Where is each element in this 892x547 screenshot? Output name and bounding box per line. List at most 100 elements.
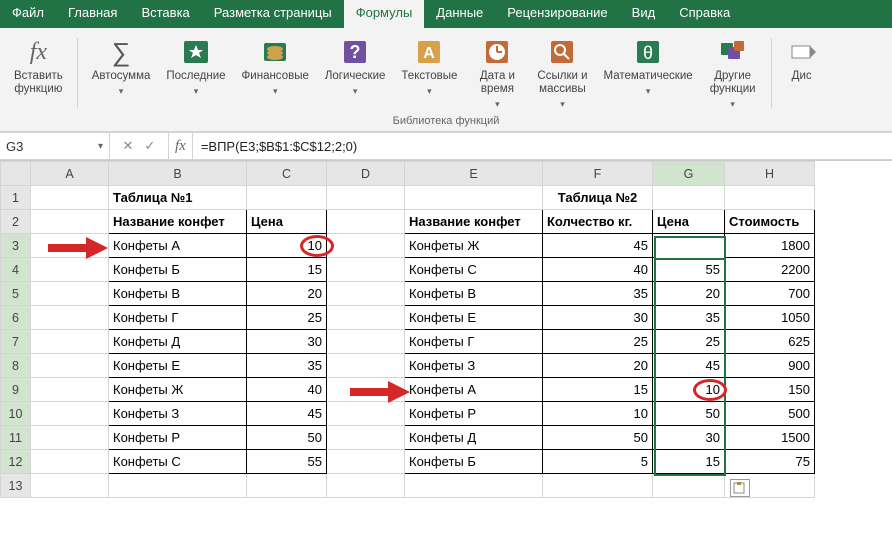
tab-formulas[interactable]: Формулы <box>344 0 425 28</box>
cell[interactable] <box>31 450 109 474</box>
cell[interactable]: 625 <box>725 330 815 354</box>
cell[interactable] <box>327 210 405 234</box>
cell[interactable]: 1500 <box>725 426 815 450</box>
cell[interactable]: Конфеты В <box>109 282 247 306</box>
col-header-H[interactable]: H <box>725 162 815 186</box>
cell[interactable]: Конфеты Ж <box>109 378 247 402</box>
tab-insert[interactable]: Вставка <box>129 0 201 28</box>
cell[interactable] <box>653 186 725 210</box>
cell[interactable]: Конфеты Г <box>405 330 543 354</box>
cell[interactable] <box>543 474 653 498</box>
tab-review[interactable]: Рецензирование <box>495 0 619 28</box>
cell[interactable] <box>31 282 109 306</box>
cell[interactable]: 1800 <box>725 234 815 258</box>
more-fn-button[interactable]: Другие функции ▾ <box>703 34 763 112</box>
cancel-icon[interactable]: ✕ <box>118 138 138 154</box>
cell[interactable] <box>31 474 109 498</box>
cell[interactable] <box>327 426 405 450</box>
cell[interactable]: Конфеты С <box>405 258 543 282</box>
tab-help[interactable]: Справка <box>667 0 742 28</box>
cell[interactable] <box>653 474 725 498</box>
spreadsheet-grid[interactable]: A B C D E F G H 1 Таблица №1 Таблица №2 … <box>0 161 815 498</box>
select-all-corner[interactable] <box>1 162 31 186</box>
cell[interactable]: 20 <box>653 282 725 306</box>
cell[interactable] <box>31 354 109 378</box>
cell[interactable] <box>327 450 405 474</box>
row-header[interactable]: 4 <box>1 258 31 282</box>
tab-file[interactable]: Файл <box>0 0 56 28</box>
cell[interactable] <box>327 282 405 306</box>
cell[interactable]: 20 <box>247 282 327 306</box>
cell[interactable]: Конфеты А <box>109 234 247 258</box>
cell[interactable]: 35 <box>653 306 725 330</box>
confirm-icon[interactable]: ✓ <box>140 138 160 154</box>
cell[interactable]: Конфеты Д <box>405 426 543 450</box>
cell[interactable]: 30 <box>653 426 725 450</box>
cell[interactable]: Конфеты А <box>405 378 543 402</box>
cell[interactable] <box>247 186 327 210</box>
col-header-D[interactable]: D <box>327 162 405 186</box>
cell[interactable] <box>327 330 405 354</box>
cell[interactable]: Конфеты Д <box>109 330 247 354</box>
cell[interactable] <box>31 402 109 426</box>
row-header[interactable]: 6 <box>1 306 31 330</box>
cell[interactable] <box>327 306 405 330</box>
cell[interactable]: 10 <box>247 234 327 258</box>
math-button[interactable]: θ Математические ▾ <box>598 34 699 99</box>
cell[interactable] <box>109 474 247 498</box>
cell[interactable]: 40 <box>653 234 725 258</box>
cell[interactable]: Конфеты С <box>109 450 247 474</box>
cell[interactable] <box>327 354 405 378</box>
paste-options-button[interactable] <box>730 479 750 497</box>
tab-page-layout[interactable]: Разметка страницы <box>202 0 344 28</box>
cell[interactable]: 10 <box>653 378 725 402</box>
col-header-F[interactable]: F <box>543 162 653 186</box>
lookup-button[interactable]: Ссылки и массивы ▾ <box>531 34 593 112</box>
autosum-button[interactable]: ∑ Автосумма ▾ <box>86 34 157 99</box>
row-header[interactable]: 5 <box>1 282 31 306</box>
datetime-button[interactable]: Дата и время ▾ <box>467 34 527 112</box>
cell[interactable]: 15 <box>247 258 327 282</box>
cell[interactable] <box>327 258 405 282</box>
row-header[interactable]: 7 <box>1 330 31 354</box>
cell[interactable]: Конфеты Р <box>109 426 247 450</box>
cell[interactable]: Конфеты Ж <box>405 234 543 258</box>
row-header[interactable]: 11 <box>1 426 31 450</box>
text-button[interactable]: A Текстовые ▾ <box>395 34 463 99</box>
cell[interactable]: 15 <box>543 378 653 402</box>
name-box[interactable]: G3 ▾ <box>0 133 110 159</box>
financial-button[interactable]: Финансовые ▾ <box>236 34 315 99</box>
tab-data[interactable]: Данные <box>424 0 495 28</box>
cell[interactable]: Конфеты Е <box>109 354 247 378</box>
cell[interactable]: Конфеты З <box>405 354 543 378</box>
cell[interactable] <box>31 426 109 450</box>
cell[interactable]: 30 <box>543 306 653 330</box>
cell[interactable]: Конфеты В <box>405 282 543 306</box>
cell[interactable]: 10 <box>543 402 653 426</box>
cell[interactable]: 25 <box>247 306 327 330</box>
cell[interactable] <box>405 474 543 498</box>
cell[interactable] <box>327 234 405 258</box>
cell[interactable] <box>31 234 109 258</box>
tab-home[interactable]: Главная <box>56 0 129 28</box>
cell[interactable]: Конфеты Е <box>405 306 543 330</box>
cell[interactable]: 35 <box>543 282 653 306</box>
cell[interactable]: 45 <box>247 402 327 426</box>
cell[interactable] <box>725 186 815 210</box>
cell[interactable] <box>31 258 109 282</box>
cell[interactable]: 25 <box>543 330 653 354</box>
formula-input[interactable]: =ВПР(E3;$B$1:$C$12;2;0) <box>193 133 892 159</box>
row-header[interactable]: 2 <box>1 210 31 234</box>
cell[interactable] <box>327 474 405 498</box>
chevron-down-icon[interactable]: ▾ <box>98 141 103 152</box>
cell[interactable]: 50 <box>543 426 653 450</box>
cell[interactable]: 50 <box>653 402 725 426</box>
cell[interactable] <box>327 378 405 402</box>
cell[interactable]: Конфеты Б <box>405 450 543 474</box>
cell[interactable]: 45 <box>653 354 725 378</box>
cell[interactable]: Конфеты Р <box>405 402 543 426</box>
cell[interactable]: 35 <box>247 354 327 378</box>
cell[interactable]: Конфеты Б <box>109 258 247 282</box>
recent-button[interactable]: Последние ▾ <box>160 34 231 99</box>
col-header-G[interactable]: G <box>653 162 725 186</box>
